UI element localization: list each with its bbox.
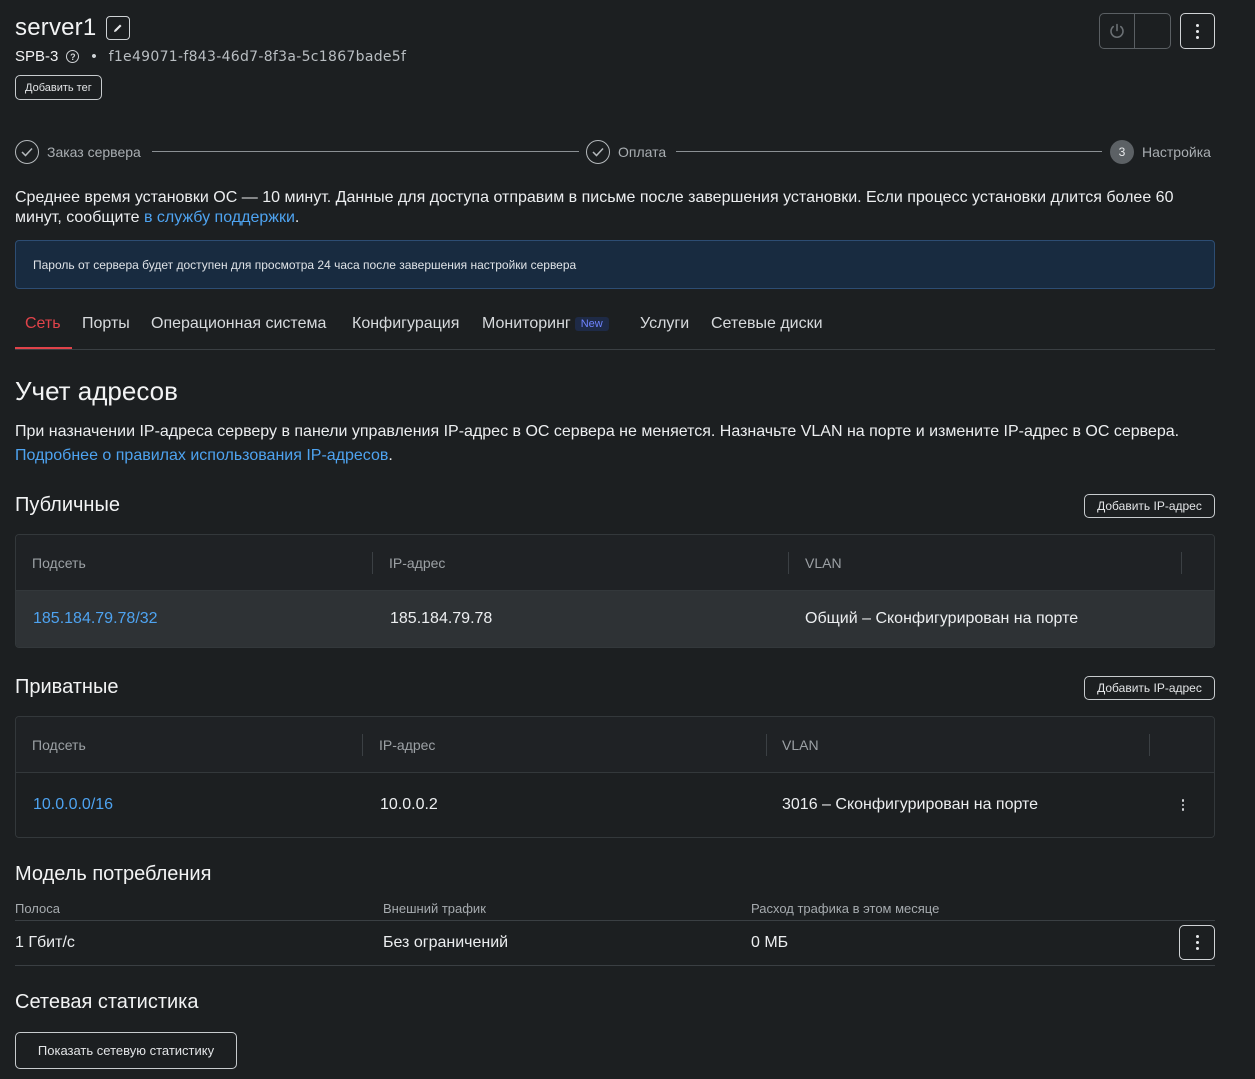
tabs-bar: Сеть Порты Операционная система Конфигур… bbox=[15, 305, 1215, 350]
ip-value: 10.0.0.2 bbox=[380, 796, 438, 813]
bandwidth-value: 1 Гбит/с bbox=[15, 934, 75, 951]
active-tab-indicator bbox=[15, 347, 72, 349]
ip-rules-suffix: . bbox=[388, 447, 393, 464]
tab-configuration[interactable]: Конфигурация bbox=[352, 315, 459, 333]
power-button[interactable] bbox=[1100, 14, 1136, 48]
column-ip: IP-адрес bbox=[379, 737, 436, 753]
public-ip-table: Подсеть IP-адрес VLAN 185.184.79.78/32 1… bbox=[15, 534, 1215, 648]
tab-services[interactable]: Услуги bbox=[640, 315, 689, 333]
server-uuid: f1e49071-f843-46d7-8f3a-5c1867bade5f bbox=[108, 48, 407, 65]
step-connector bbox=[676, 151, 1102, 152]
traffic-usage-value: 0 МБ bbox=[751, 934, 789, 951]
check-circle-icon bbox=[586, 140, 610, 164]
private-title: Приватные bbox=[15, 676, 119, 698]
column-vlan: VLAN bbox=[805, 555, 842, 571]
pencil-icon bbox=[114, 24, 122, 32]
power-icon bbox=[1110, 23, 1124, 38]
column-divider bbox=[788, 552, 789, 574]
install-info: Среднее время установки ОС — 10 минут. Д… bbox=[15, 188, 1215, 228]
step-number: 3 bbox=[1110, 140, 1134, 164]
edit-name-button[interactable] bbox=[106, 16, 131, 40]
password-notice: Пароль от сервера будет доступен для про… bbox=[15, 240, 1215, 289]
step-label: Оплата bbox=[618, 144, 667, 160]
tab-network[interactable]: Сеть bbox=[25, 315, 61, 333]
column-divider bbox=[1149, 734, 1150, 756]
order-stepper: Заказ сервера Оплата 3 Настройка bbox=[15, 140, 1215, 164]
bandwidth-label: Полоса bbox=[15, 901, 60, 916]
addresses-description: При назначении IP-адреса серверу в панел… bbox=[15, 420, 1235, 468]
server-title: server1 bbox=[15, 14, 97, 41]
add-public-ip-button[interactable]: Добавить IP-адрес bbox=[1084, 494, 1215, 518]
ip-value: 185.184.79.78 bbox=[390, 610, 493, 627]
tab-os[interactable]: Операционная система bbox=[151, 315, 326, 333]
column-subnet: Подсеть bbox=[32, 737, 86, 753]
add-private-ip-button[interactable]: Добавить IP-адрес bbox=[1084, 676, 1215, 700]
public-title: Публичные bbox=[15, 494, 120, 516]
external-traffic-value: Без ограничений bbox=[383, 934, 509, 951]
power-button-group bbox=[1099, 13, 1171, 49]
divider bbox=[15, 965, 1215, 966]
tab-monitoring[interactable]: Мониторинг New bbox=[482, 315, 609, 333]
server-page: server1 SPB-3 ? • f1e49071-f843-46d7-8f3… bbox=[0, 0, 1255, 1079]
subnet-link[interactable]: 10.0.0.0/16 bbox=[33, 796, 113, 814]
consumption-title: Модель потребления bbox=[15, 863, 212, 885]
region-label: SPB-3 bbox=[15, 48, 59, 65]
row-actions-icon[interactable] bbox=[1179, 795, 1187, 815]
power-secondary-button[interactable] bbox=[1135, 14, 1170, 48]
subnet-link[interactable]: 185.184.79.78/32 bbox=[33, 610, 158, 628]
step-label: Настройка bbox=[1142, 144, 1211, 160]
column-divider bbox=[766, 734, 767, 756]
install-info-suffix: . bbox=[294, 209, 300, 226]
check-circle-icon bbox=[15, 140, 39, 164]
server-meta: SPB-3 ? • f1e49071-f843-46d7-8f3a-5c1867… bbox=[15, 48, 406, 65]
step-connector bbox=[152, 151, 579, 152]
separator-dot: • bbox=[91, 48, 97, 65]
show-network-stats-button[interactable]: Показать сетевую статистику bbox=[15, 1032, 237, 1069]
ip-rules-link[interactable]: Подробнее о правилах использования IP-ад… bbox=[15, 447, 388, 464]
column-divider bbox=[1181, 552, 1182, 574]
step-setup: 3 Настройка bbox=[1110, 140, 1211, 164]
addresses-title: Учет адресов bbox=[15, 376, 178, 406]
vlan-value: Общий – Сконфигурирован на порте bbox=[805, 610, 1079, 627]
network-stats-title: Сетевая статистика bbox=[15, 991, 199, 1013]
column-ip: IP-адрес bbox=[389, 555, 446, 571]
column-subnet: Подсеть bbox=[32, 555, 86, 571]
column-vlan: VLAN bbox=[782, 737, 819, 753]
step-payment: Оплата bbox=[586, 140, 666, 164]
column-divider bbox=[372, 552, 373, 574]
title-row: server1 bbox=[15, 14, 131, 42]
notice-text: Пароль от сервера будет доступен для про… bbox=[33, 257, 577, 272]
tab-monitoring-label: Мониторинг bbox=[482, 315, 571, 332]
step-label: Заказ сервера bbox=[47, 144, 141, 160]
question-circle-icon[interactable]: ? bbox=[66, 50, 80, 63]
divider bbox=[15, 920, 1215, 921]
kebab-menu-icon bbox=[1195, 935, 1199, 950]
traffic-usage-label: Расход трафика в этом месяце bbox=[751, 901, 940, 916]
table-row: 185.184.79.78/32 185.184.79.78 Общий – С… bbox=[16, 591, 1214, 647]
table-header: Подсеть IP-адрес VLAN bbox=[16, 535, 1214, 591]
step-order: Заказ сервера bbox=[15, 140, 141, 164]
server-actions-button[interactable] bbox=[1180, 13, 1215, 49]
consumption-values: 1 Гбит/с Без ограничений 0 МБ bbox=[15, 934, 1215, 954]
add-tag-button[interactable]: Добавить тег bbox=[15, 75, 102, 100]
table-row: 10.0.0.0/16 10.0.0.2 3016 – Сконфигуриро… bbox=[16, 773, 1214, 837]
consumption-actions-button[interactable] bbox=[1179, 925, 1215, 960]
consumption-labels: Полоса Внешний трафик Расход трафика в э… bbox=[15, 901, 1215, 921]
tab-ports[interactable]: Порты bbox=[82, 315, 130, 333]
kebab-menu-icon bbox=[1196, 23, 1199, 39]
external-traffic-label: Внешний трафик bbox=[383, 901, 486, 916]
table-header: Подсеть IP-адрес VLAN bbox=[16, 717, 1214, 773]
tab-network-disks[interactable]: Сетевые диски bbox=[711, 315, 823, 333]
support-link[interactable]: в службу поддержки bbox=[144, 209, 295, 226]
new-badge: New bbox=[574, 316, 609, 331]
vlan-value: 3016 – Сконфигурирован на порте bbox=[782, 796, 1039, 813]
addresses-description-text: При назначении IP-адреса серверу в панел… bbox=[15, 423, 1180, 440]
column-divider bbox=[362, 734, 363, 756]
private-ip-table: Подсеть IP-адрес VLAN 10.0.0.0/16 10.0.0… bbox=[15, 716, 1215, 838]
